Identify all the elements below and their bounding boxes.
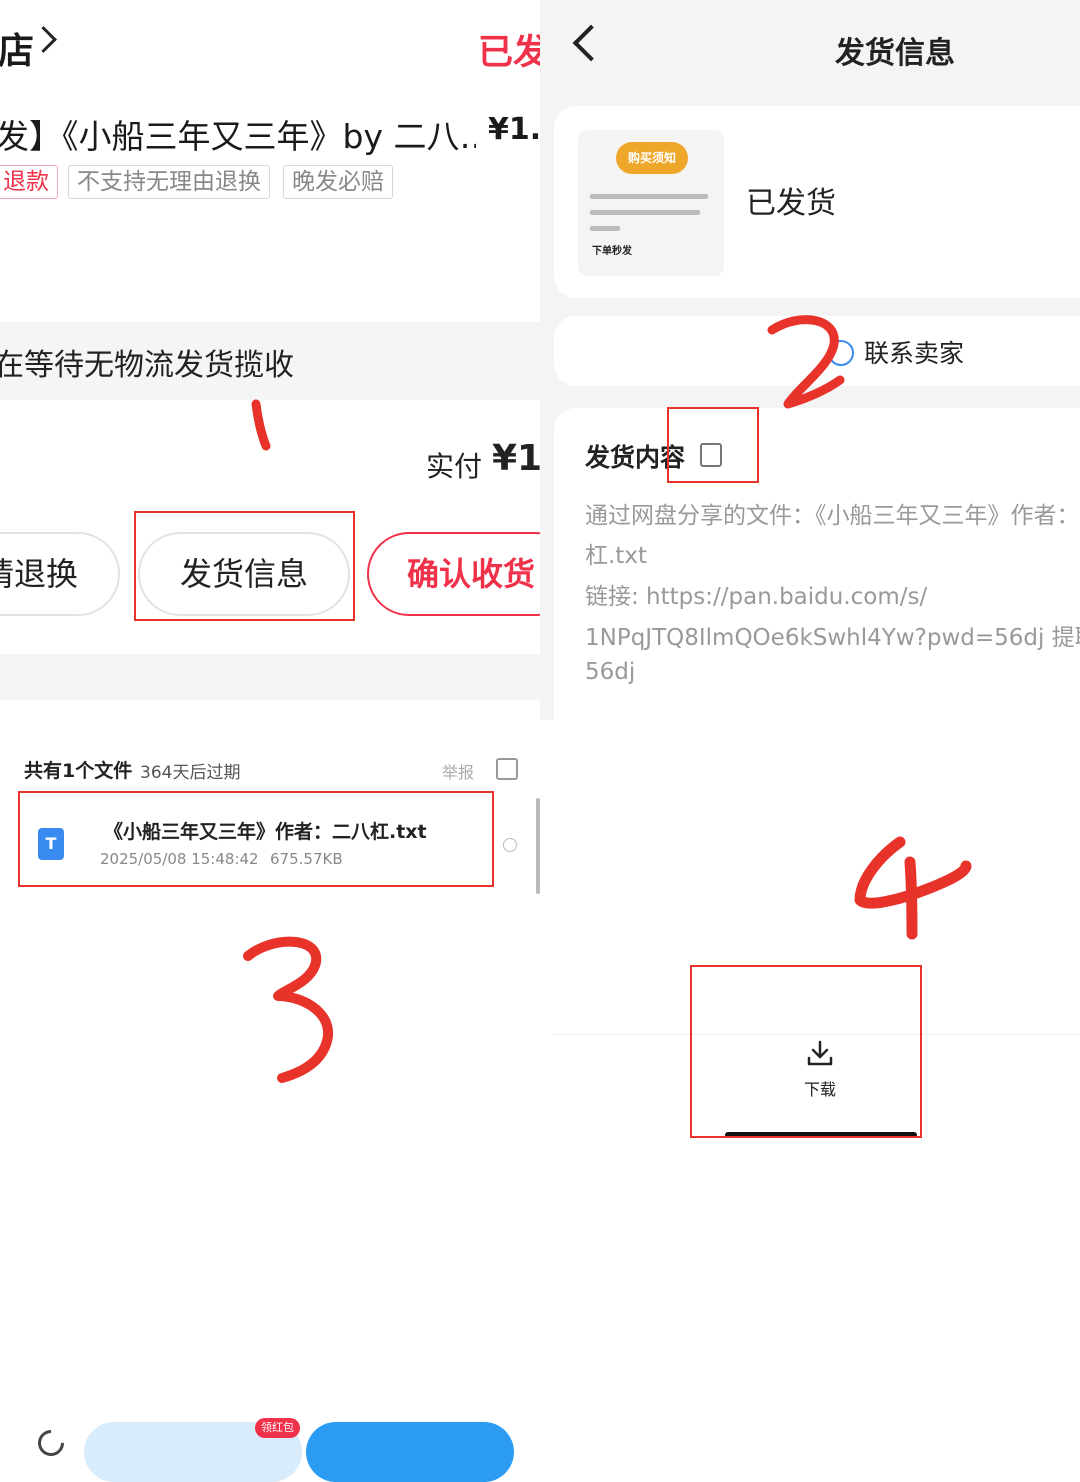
report-link[interactable]: 举报 [442,759,474,783]
thumb-text-line [590,226,620,231]
files-expiry: 364天后过期 [140,763,241,783]
files-title: 共有1个文件 [24,760,133,782]
link-icon[interactable] [32,1424,70,1462]
step-number-4 [854,836,972,940]
scrollbar[interactable] [536,798,540,894]
red-packet-badge: 领红包 [255,1418,300,1438]
paid-amount: ¥1. [492,438,540,479]
content-line: 56dj [585,659,636,685]
annotation-box-file [18,791,494,887]
paid-label: 实付 [426,450,483,483]
contact-seller-label[interactable]: 联系卖家 [864,334,964,370]
content-line: 通过网盘分享的文件：《小船三年又三年》作者： [585,503,1080,529]
product-thumbnail[interactable]: 购买须知 下单秒发 [578,130,724,276]
chevron-right-icon[interactable] [30,26,57,53]
tag-refund: 退款 [0,165,58,199]
page-title: 发货信息 [835,36,955,71]
content-link[interactable]: 1NPqJTQ8IlmQOe6kSwhl4Yw?pwd=56dj 提取 [585,618,1080,652]
refund-button[interactable]: 请退换 [0,532,120,616]
file-select-radio[interactable] [503,838,517,852]
step-number-3 [243,936,334,1083]
tag-no-return: 不支持无理由退换 [68,165,270,199]
footer-download-button[interactable] [306,1422,514,1482]
order-status: 已发 [478,33,540,73]
contact-card[interactable] [554,316,1080,386]
thumb-text-line [590,210,700,215]
select-all-icon[interactable] [496,758,518,780]
shipping-info-page: 发货信息 购买须知 下单秒发 已发货 联系卖家 发货内容 通过网盘分享的文件：《… [540,0,1080,720]
product-title[interactable]: 发】《小船三年又三年》by 二八… [0,110,476,158]
thumb-caption: 购买须知 [616,142,688,174]
content-line: 杠.txt [585,543,647,569]
confirm-receipt-button[interactable]: 确认收货 [367,532,540,616]
annotation-box-download [690,965,922,1138]
thumb-tag: 下单秒发 [592,246,632,257]
product-price: ¥1.8 [488,112,540,147]
annotation-box-copy [667,407,759,483]
content-link[interactable]: 链接: https://pan.baidu.com/s/ [585,577,927,611]
annotation-box-shipping-info [134,511,355,621]
thumb-text-line [590,194,708,199]
shipped-status: 已发货 [746,186,836,221]
store-name[interactable]: 店 [0,22,34,74]
tag-late-compensation: 晚发必赔 [283,165,393,199]
section-divider [0,654,540,700]
chat-icon[interactable] [828,340,854,366]
shipping-status-text: 在等待无物流发货揽收 [0,348,294,383]
